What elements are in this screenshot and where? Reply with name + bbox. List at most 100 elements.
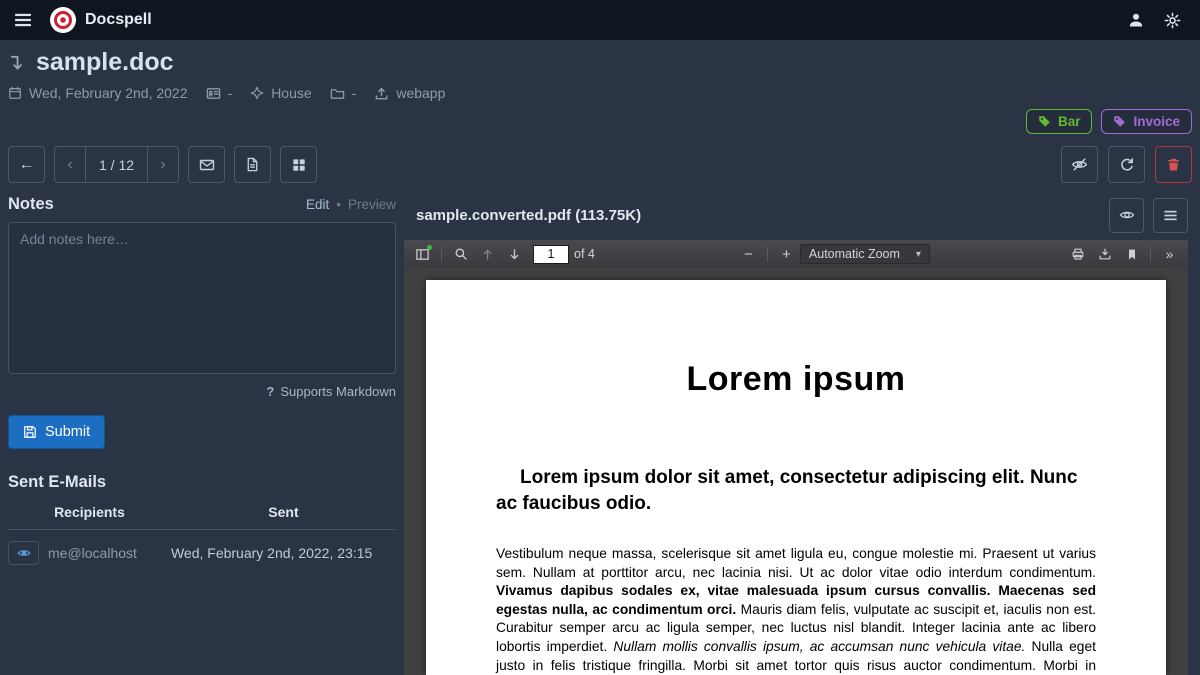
pdf-document-title: Lorem ipsum [496,360,1096,399]
folder-icon [330,86,345,101]
meta-date-value: Wed, February 2nd, 2022 [29,85,188,101]
eye-icon [1119,207,1135,223]
app-brand[interactable]: Docspell [50,7,152,33]
notes-preview-link[interactable]: Preview [348,197,396,212]
meta-concerning-value: House [271,85,311,101]
tag-bar[interactable]: Bar [1026,109,1093,134]
meta-folder: - [330,85,357,101]
search-icon [454,247,468,261]
sent-emails-title: Sent E-Mails [8,473,396,492]
sidebar-toggle-button[interactable] [409,242,436,266]
grid-icon [292,158,306,172]
chevron-down-icon: ▾ [916,249,921,260]
upload-icon [374,86,389,101]
print-button[interactable] [1064,242,1091,266]
column-header-sent: Sent [171,500,396,530]
meta-source: webapp [374,85,445,101]
sent-emails-table: Recipients Sent [8,500,396,565]
previous-page-button[interactable] [474,242,501,266]
attachment-file-button[interactable] [234,146,271,183]
minus-icon: − [744,246,753,263]
next-page-button-viewer[interactable] [501,242,528,266]
chevron-left-icon: ‹ [67,156,72,173]
toolbar-separator [767,246,768,262]
table-row: me@localhost Wed, February 2nd, 2022, 23… [8,530,396,566]
tag-invoice[interactable]: Invoice [1101,109,1192,134]
page-count-label: of 4 [574,247,595,261]
gears-icon [1164,12,1181,29]
toolbar-right-group [1061,146,1192,183]
list-icon [1163,208,1178,223]
notes-panel: Notes Edit • Preview ? Supports Markdown [8,195,396,675]
file-icon [245,157,260,172]
notes-header: Notes Edit • Preview [8,195,396,214]
meta-correspondent-value: - [228,85,233,101]
calendar-icon [8,86,22,100]
print-icon [1071,247,1085,261]
notes-edit-link[interactable]: Edit [306,197,329,212]
docspell-app: Docspell sample.do [0,0,1200,675]
toolbar-separator [441,246,442,262]
submit-label: Submit [45,424,90,440]
document-header: sample.doc [8,48,1192,77]
hamburger-icon [14,11,32,29]
zoom-in-button[interactable]: + [773,242,800,266]
zoom-select[interactable]: Automatic Zoom ▾ [800,244,930,264]
zoom-out-button[interactable]: − [735,242,762,266]
docspell-logo-icon [50,7,76,33]
sidebar-notification-dot [427,245,432,250]
attachment-menu-button[interactable] [1153,198,1188,233]
reprocess-button[interactable] [1108,146,1145,183]
hide-sidebar-button[interactable] [1061,146,1098,183]
delete-item-button[interactable] [1155,146,1192,183]
tag-label: Invoice [1133,114,1180,129]
download-button[interactable] [1091,242,1118,266]
submit-button[interactable]: Submit [8,415,105,449]
markdown-hint-label: Supports Markdown [280,384,396,399]
top-navbar: Docspell [0,0,1200,40]
meta-folder-value: - [352,85,357,101]
prev-page-button[interactable]: ‹ [55,147,85,182]
notes-input[interactable] [8,222,396,374]
grid-view-button[interactable] [280,146,317,183]
preview-toggle-button[interactable] [1109,198,1144,233]
recipient-cell: me@localhost [8,541,171,565]
tag-icon [1038,115,1051,128]
user-icon [1128,12,1144,28]
notes-mode-switch: Edit • Preview [306,197,396,212]
plus-icon: + [782,246,791,263]
zoom-select-value: Automatic Zoom [809,247,900,261]
item-toolbar: ← ‹ 1 / 12 › [8,146,1192,183]
pdf-document-heading: Lorem ipsum dolor sit amet, consectetur … [496,465,1096,517]
user-menu-button[interactable] [1118,0,1154,40]
settings-button[interactable] [1154,0,1190,40]
meta-correspondent: - [206,85,233,101]
download-icon [1098,247,1112,261]
paragraph-segment: Vestibulum neque massa, scelerisque sit … [496,546,1096,580]
recipient-address: me@localhost [48,545,137,561]
menu-button[interactable] [0,0,46,40]
eye-icon [17,546,31,560]
find-button[interactable] [447,242,474,266]
meta-date: Wed, February 2nd, 2022 [8,85,188,101]
back-button[interactable]: ← [8,146,45,183]
sent-timestamp: Wed, February 2nd, 2022, 23:15 [171,530,396,566]
page-number-input[interactable] [533,245,569,264]
notes-title: Notes [8,195,54,214]
dot-separator: • [336,197,341,212]
bookmark-button[interactable] [1118,242,1145,266]
send-mail-button[interactable] [188,146,225,183]
more-tools-button[interactable]: » [1156,242,1183,266]
page-indicator: 1 / 12 [85,147,148,182]
tags-row: Bar Invoice [8,109,1192,134]
next-page-button[interactable]: › [148,147,178,182]
view-mail-button[interactable] [8,541,39,565]
column-header-recipients: Recipients [8,500,171,530]
pdf-canvas-area[interactable]: Lorem ipsum Lorem ipsum dolor sit amet, … [404,268,1188,675]
tag-icon [1113,115,1126,128]
chevron-right-icon: › [160,156,165,173]
tag-label: Bar [1058,114,1081,129]
markdown-hint: ? Supports Markdown [8,384,396,399]
diamond-icon [250,86,264,100]
attachment-pager: ‹ 1 / 12 › [54,146,179,183]
